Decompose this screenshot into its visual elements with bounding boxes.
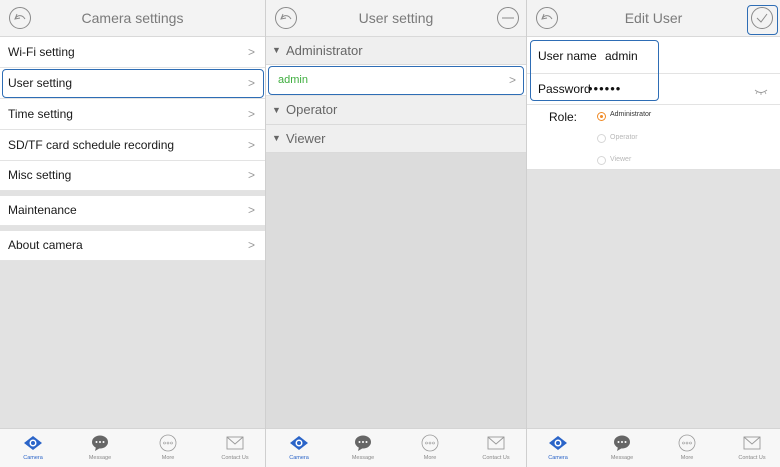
tab-message[interactable]: Message <box>75 429 125 467</box>
chevron-right-icon: > <box>247 238 255 252</box>
chevron-right-icon: > <box>247 107 255 121</box>
page-title: User setting <box>358 10 434 26</box>
tab-message[interactable]: Message <box>338 429 388 467</box>
group-label: Operator <box>286 102 338 117</box>
tab-bar: Camera Message More Contact Us <box>527 428 780 467</box>
tab-label: Contact Us <box>738 455 766 461</box>
empty-area <box>0 261 265 429</box>
more-dots-icon <box>421 434 439 452</box>
tab-label: Message <box>610 455 634 461</box>
item-label: Wi-Fi setting <box>8 45 75 59</box>
highlight-frame <box>747 5 778 35</box>
page-title: Camera settings <box>81 10 184 26</box>
settings-item-misc[interactable]: Misc setting > <box>0 161 265 191</box>
tab-more[interactable]: More <box>143 429 193 467</box>
tab-message[interactable]: Message <box>597 429 647 467</box>
triangle-down-icon: ▼ <box>272 133 281 143</box>
camera-eye-icon <box>290 436 308 450</box>
tab-label: Camera <box>548 455 568 461</box>
settings-item-wifi[interactable]: Wi-Fi setting > <box>0 37 265 68</box>
tab-more[interactable]: More <box>405 429 455 467</box>
settings-item-time[interactable]: Time setting > <box>0 99 265 130</box>
tab-contact-us[interactable]: Contact Us <box>210 429 260 467</box>
tab-label: More <box>161 455 175 461</box>
message-bubble-icon <box>614 435 630 451</box>
role-section: Role: Administrator Operator Viewer <box>527 105 780 170</box>
item-label: SD/TF card schedule recording <box>8 138 175 152</box>
radio-operator[interactable] <box>597 134 606 143</box>
tab-contact-us[interactable]: Contact Us <box>471 429 521 467</box>
envelope-icon <box>743 436 761 450</box>
navbar: User setting <box>266 0 526 37</box>
remove-user-icon[interactable] <box>496 6 520 30</box>
navbar: Camera settings <box>0 0 265 37</box>
chevron-right-icon: > <box>247 138 255 152</box>
tab-bar: Camera Message More Contact Us <box>0 428 265 467</box>
tab-camera[interactable]: Camera <box>533 429 583 467</box>
tab-label: More <box>680 455 694 461</box>
triangle-down-icon: ▼ <box>272 45 281 55</box>
envelope-icon <box>226 436 244 450</box>
camera-eye-icon <box>549 436 567 450</box>
empty-area <box>266 153 526 429</box>
radio-administrator[interactable] <box>597 112 606 121</box>
user-setting-panel: User setting ▼ Administrator admin > ▼ O… <box>266 0 526 467</box>
chevron-right-icon: > <box>247 45 255 59</box>
item-label: Maintenance <box>8 203 77 217</box>
group-administrator[interactable]: ▼ Administrator <box>266 37 526 65</box>
highlight-frame <box>2 69 264 98</box>
settings-item-sd-schedule[interactable]: SD/TF card schedule recording > <box>0 130 265 161</box>
tab-camera[interactable]: Camera <box>8 429 58 467</box>
radio-label: Administrator <box>610 111 652 118</box>
radio-label: Viewer <box>610 156 632 163</box>
group-viewer[interactable]: ▼ Viewer <box>266 125 526 153</box>
tab-camera[interactable]: Camera <box>274 429 324 467</box>
triangle-down-icon: ▼ <box>272 105 281 115</box>
edit-user-panel: Edit User User name admin Password •••••… <box>527 0 780 467</box>
tab-label: Contact Us <box>221 455 249 461</box>
role-label: Role: <box>549 110 578 124</box>
tab-bar: Camera Message More Contact Us <box>266 428 526 467</box>
tab-contact-us[interactable]: Contact Us <box>727 429 777 467</box>
highlight-frame <box>268 66 524 95</box>
message-bubble-icon <box>355 435 371 451</box>
tab-label: Contact Us <box>482 455 510 461</box>
tab-label: Camera <box>289 455 309 461</box>
tab-more[interactable]: More <box>662 429 712 467</box>
highlight-frame <box>530 40 659 101</box>
more-dots-icon <box>678 434 696 452</box>
group-operator[interactable]: ▼ Operator <box>266 96 526 125</box>
envelope-icon <box>487 436 505 450</box>
message-bubble-icon <box>92 435 108 451</box>
tab-label: More <box>423 455 437 461</box>
group-label: Viewer <box>286 131 326 146</box>
camera-eye-icon <box>24 436 42 450</box>
radio-label: Operator <box>610 134 638 141</box>
chevron-right-icon: > <box>247 203 255 217</box>
tab-label: Message <box>351 455 375 461</box>
empty-area <box>527 170 780 429</box>
chevron-right-icon: > <box>247 168 255 182</box>
page-title: Edit User <box>624 10 683 26</box>
navbar: Edit User <box>527 0 780 37</box>
item-label: Time setting <box>8 107 73 121</box>
tab-label: Camera <box>23 455 43 461</box>
settings-item-maintenance[interactable]: Maintenance > <box>0 196 265 226</box>
settings-item-about[interactable]: About camera > <box>0 231 265 261</box>
show-password-icon[interactable] <box>754 83 768 101</box>
radio-viewer[interactable] <box>597 156 606 165</box>
group-label: Administrator <box>286 43 363 58</box>
more-dots-icon <box>159 434 177 452</box>
tab-label: Message <box>88 455 112 461</box>
item-label: About camera <box>8 238 83 252</box>
item-label: Misc setting <box>8 168 72 182</box>
camera-settings-panel: Camera settings Wi-Fi setting > User set… <box>0 0 265 467</box>
